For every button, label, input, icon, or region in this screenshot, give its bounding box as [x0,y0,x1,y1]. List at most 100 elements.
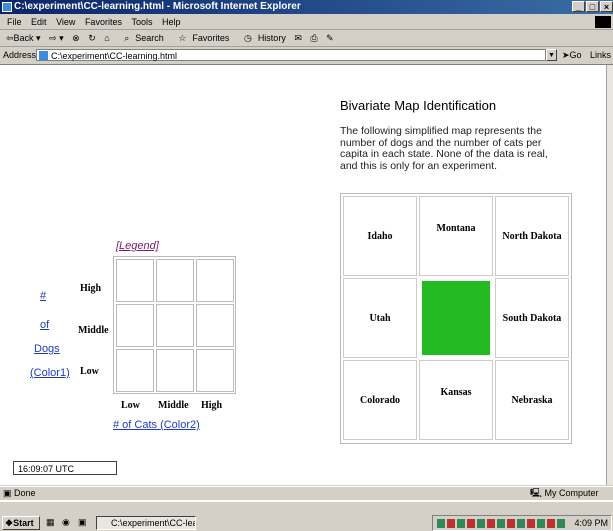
menu-view[interactable]: View [56,17,75,27]
stop-icon[interactable]: ⊗ [72,33,80,43]
state-name: Nebraska [511,394,553,406]
start-button[interactable]: ❖Start [2,516,40,530]
standard-toolbar: ⇦Back ▾ ⇨ ▾ ⊗ ↻ ⌂ ⌕ Search ☆ Favorites ◷ Hi… [0,30,613,47]
menu-edit[interactable]: Edit [31,17,47,27]
refresh-icon[interactable]: ↻ [88,33,96,43]
minimize-button[interactable]: _ [572,1,585,12]
history-button[interactable]: ◷ History [238,33,286,43]
page-content: Bivariate Map Identification The followi… [0,65,606,485]
windows-flag-icon: ❖ [5,518,14,528]
zone-label: My Computer [544,488,599,498]
y-axis-label-of[interactable]: of [40,319,49,331]
quicklaunch-ie-icon[interactable]: ◉ [62,517,70,528]
legend-row-label-low: Low [80,366,99,377]
address-label: Address [3,50,37,60]
taskbar-item-ie[interactable]: C:\experiment\CC-lea... [96,516,196,530]
legend-cell[interactable] [196,349,234,392]
favorites-icon: ☆ [178,33,187,43]
legend-grid [113,256,236,394]
taskbar: ❖Start ▦ ◉ ▣ C:\experiment\CC-lea... 4:0… [0,500,613,531]
go-label: Go [569,50,582,60]
menu-file[interactable]: File [7,17,22,27]
legend-title[interactable]: [Legend] [116,240,159,252]
state-cell[interactable]: South Dakota [495,278,569,358]
computer-icon: 🖳 [530,488,543,498]
legend-col-label-high: High [201,400,223,411]
y-axis-label-hash[interactable]: # [40,290,46,302]
edit-icon[interactable]: ✎ [326,33,334,43]
search-label: Search [135,33,164,43]
time-display: 16:09:07 UTC [13,461,117,475]
vertical-scrollbar[interactable] [606,65,613,485]
menu-help[interactable]: Help [162,17,181,27]
state-name: Montana [436,223,476,234]
state-cell[interactable]: Montana [419,196,493,276]
legend-cell[interactable] [116,304,154,347]
status-bar: ▣ Done 🖳 My Computer [0,486,613,500]
map-description: The following simplified map represents … [340,125,548,172]
address-dropdown-icon[interactable]: ▼ [546,49,557,61]
state-name: Idaho [367,230,393,242]
state-cell[interactable]: Colorado [343,360,417,440]
legend-cell[interactable] [116,349,154,392]
legend-col-label-low: Low [121,400,140,411]
window-title: C:\experiment\CC-learning.html - Microso… [14,1,301,12]
page-icon [39,51,48,60]
x-axis-label[interactable]: # of Cats (Color2) [113,419,200,431]
legend-row-label-high: High [80,283,102,294]
search-icon: ⌕ [124,33,130,43]
address-value: C:\experiment\CC-learning.html [51,51,178,61]
legend-cell[interactable] [156,349,194,392]
y-axis-label-color1[interactable]: (Color1) [30,367,70,379]
home-icon[interactable]: ⌂ [104,33,109,43]
mail-icon[interactable]: ✉ [294,33,302,43]
windows-logo-icon [595,16,611,28]
tray-clock[interactable]: 4:09 PM [574,517,608,529]
ie-status-icon: ▣ [3,488,12,498]
state-name: Kansas [440,387,472,398]
state-map-grid: Idaho Montana North Dakota Utah South Da… [340,193,572,444]
legend-col-label-middle: Middle [158,400,189,411]
menu-tools[interactable]: Tools [131,17,152,27]
state-cell[interactable]: Kansas [419,360,493,440]
forward-button[interactable]: ⇨ ▾ [49,33,64,43]
legend-row-label-middle: Middle [78,325,109,336]
links-button[interactable]: Links [590,47,611,64]
quicklaunch-desktop-icon[interactable]: ▦ [46,517,55,528]
menu-favorites[interactable]: Favorites [85,17,122,27]
back-button[interactable]: ⇦Back ▾ [6,33,41,43]
state-name: South Dakota [502,312,562,324]
state-cell[interactable]: Utah [343,278,417,358]
zone-indicator: 🖳 My Computer [530,487,599,500]
y-axis-label-dogs[interactable]: Dogs [34,343,60,355]
address-input[interactable]: C:\experiment\CC-learning.html [36,49,546,61]
legend-cell[interactable] [156,259,194,302]
state-cell-highlighted[interactable] [419,278,493,358]
tray-icons[interactable] [437,519,567,528]
favorites-label: Favorites [192,33,230,43]
go-button[interactable]: ➤Go [562,47,582,64]
state-name: North Dakota [502,230,562,242]
legend-cell[interactable] [156,304,194,347]
state-name: Utah [369,312,391,324]
state-cell[interactable]: Nebraska [495,360,569,440]
window-titlebar[interactable]: C:\experiment\CC-learning.html - Microso… [0,0,613,14]
address-bar: Address C:\experiment\CC-learning.html ▼… [0,47,613,65]
maximize-button[interactable]: □ [586,1,599,12]
state-cell[interactable]: Idaho [343,196,417,276]
history-icon: ◷ [243,33,252,43]
print-icon[interactable]: ⎙ [310,33,317,43]
ie-page-icon [2,2,12,12]
search-button[interactable]: ⌕ Search [118,33,164,43]
close-button[interactable]: × [600,1,613,12]
legend-cell[interactable] [196,259,234,302]
legend-cell[interactable] [196,304,234,347]
favorites-button[interactable]: ☆ Favorites [172,33,229,43]
quicklaunch-outlook-icon[interactable]: ▣ [78,517,87,528]
menu-bar: File Edit View Favorites Tools Help [0,15,613,30]
state-cell[interactable]: North Dakota [495,196,569,276]
taskbar-item-label: C:\experiment\CC-lea... [111,518,196,528]
status-text: Done [14,488,36,498]
legend-cell[interactable] [116,259,154,302]
system-tray: 4:09 PM [432,515,612,531]
